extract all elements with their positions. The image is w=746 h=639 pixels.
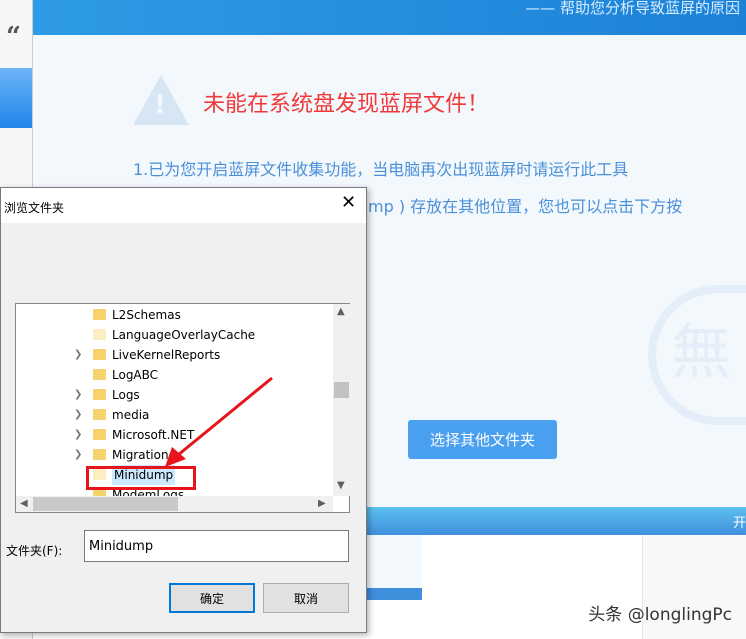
red-arrow — [165, 376, 273, 467]
